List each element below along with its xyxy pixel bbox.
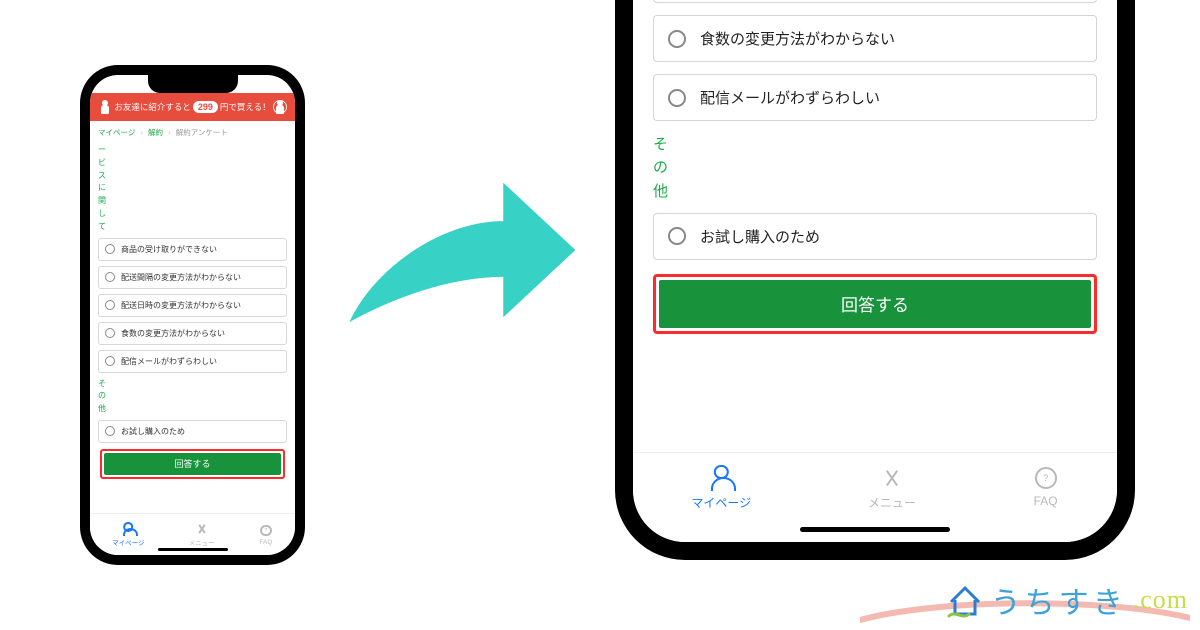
play-icon[interactable]	[273, 100, 287, 114]
help-icon	[259, 524, 273, 538]
submit-button[interactable]: 回答する	[104, 453, 281, 475]
breadcrumb-cancel[interactable]: 解約	[148, 128, 163, 137]
option-row[interactable]: お試し購入のため	[653, 213, 1097, 260]
nav-mypage[interactable]: マイページ	[112, 522, 144, 547]
submit-highlight-zoom: 回答する	[653, 274, 1097, 334]
option-row[interactable]: 食数の変更方法がわからない	[653, 15, 1097, 62]
option-row[interactable]: 配信メールがわずらわしい	[98, 350, 287, 373]
utensils-icon	[195, 522, 209, 536]
watermark-com: com	[1140, 585, 1188, 614]
house-icon	[945, 580, 985, 620]
radio-icon[interactable]	[668, 227, 686, 245]
nav-label: メニュー	[868, 494, 916, 511]
promo-price-bubble: 299	[193, 101, 218, 113]
radio-icon[interactable]	[105, 356, 115, 366]
radio-icon[interactable]	[105, 300, 115, 310]
utensils-icon	[879, 465, 905, 491]
option-label: お試し購入のため	[121, 426, 185, 437]
option-row[interactable]: お試し購入のため	[98, 420, 287, 443]
option-row[interactable]: 配信メールがわずらわしい	[653, 74, 1097, 121]
phone-notch	[148, 75, 238, 93]
option-label: 配送日時の変更方法がわからない	[121, 300, 241, 311]
option-row[interactable]: 配送日時の変更方法がわからない	[98, 294, 287, 317]
option-label: 食数の変更方法がわからない	[121, 328, 225, 339]
option-label: 配信メールがわずらわしい	[121, 356, 217, 367]
radio-icon[interactable]	[105, 272, 115, 282]
option-row[interactable]: 配送日時の変更方法がわからない	[653, 0, 1097, 3]
person-icon	[708, 465, 734, 491]
service-options-zoom: 配送日時の変更方法がわからない 食数の変更方法がわからない 配信メールがわずらわ…	[633, 0, 1117, 121]
submit-highlight: 回答する	[100, 449, 285, 479]
other-options-zoom: お試し購入のため	[633, 203, 1117, 260]
breadcrumb-mypage[interactable]: マイページ	[98, 128, 135, 137]
home-indicator	[158, 548, 228, 551]
promo-banner[interactable]: お友達に紹介すると 299 円で買える！	[90, 93, 295, 121]
breadcrumb: マイページ › 解約 › 解約アンケート	[90, 121, 295, 144]
nav-menu[interactable]: メニュー	[189, 522, 215, 547]
nav-mypage[interactable]: マイページ	[691, 465, 751, 511]
radio-icon[interactable]	[105, 328, 115, 338]
section-label-other: その他	[90, 378, 295, 416]
nav-label: FAQ	[259, 539, 273, 546]
nav-label: FAQ	[1033, 494, 1059, 508]
nav-label: メニュー	[189, 537, 215, 547]
option-label: お試し購入のため	[700, 226, 820, 247]
option-row[interactable]: 商品の受け取りができない	[98, 238, 287, 261]
phone-mock-big: 配送日時の変更方法がわからない 食数の変更方法がわからない 配信メールがわずらわ…	[615, 0, 1135, 560]
option-row[interactable]: 配送間隔の変更方法がわからない	[98, 266, 287, 289]
radio-icon[interactable]	[105, 244, 115, 254]
radio-icon[interactable]	[668, 89, 686, 107]
breadcrumb-current: 解約アンケート	[176, 128, 228, 137]
help-icon	[1033, 465, 1059, 491]
nav-faq[interactable]: FAQ	[259, 524, 273, 546]
watermark-logo: うちすき .com	[945, 578, 1188, 622]
radio-icon[interactable]	[105, 426, 115, 436]
option-row[interactable]: 食数の変更方法がわからない	[98, 322, 287, 345]
submit-button[interactable]: 回答する	[659, 280, 1091, 328]
bottom-nav: マイページ メニュー FAQ	[90, 513, 295, 555]
service-options: 商品の受け取りができない 配送間隔の変更方法がわからない 配送日時の変更方法がわ…	[90, 234, 295, 373]
option-label: 配送間隔の変更方法がわからない	[121, 272, 241, 283]
section-label-other-zoom: その他	[633, 133, 1117, 203]
home-indicator	[800, 527, 950, 532]
radio-icon[interactable]	[668, 30, 686, 48]
nav-menu[interactable]: メニュー	[868, 465, 916, 511]
bottom-nav-zoom: マイページ メニュー FAQ	[633, 452, 1117, 542]
nav-label: マイページ	[691, 494, 751, 511]
option-label: 食数の変更方法がわからない	[700, 28, 895, 49]
arrow-icon	[335, 150, 585, 350]
person-icon	[121, 522, 135, 536]
section-label-service: ービスに関して	[90, 144, 295, 234]
cheer-icon	[99, 100, 111, 114]
option-label: 商品の受け取りができない	[121, 244, 217, 255]
phone-mock-small: お友達に紹介すると 299 円で買える！ マイページ › 解約 › 解約アンケー…	[80, 65, 305, 565]
other-options: お試し購入のため	[90, 416, 295, 443]
promo-text-before: お友達に紹介すると	[114, 101, 191, 113]
nav-label: マイページ	[112, 537, 144, 547]
watermark-text-jp: うちすき	[991, 578, 1127, 622]
nav-faq[interactable]: FAQ	[1033, 465, 1059, 508]
option-label: 配信メールがわずらわしい	[700, 87, 880, 108]
promo-text-after: 円で買える！	[220, 101, 271, 113]
